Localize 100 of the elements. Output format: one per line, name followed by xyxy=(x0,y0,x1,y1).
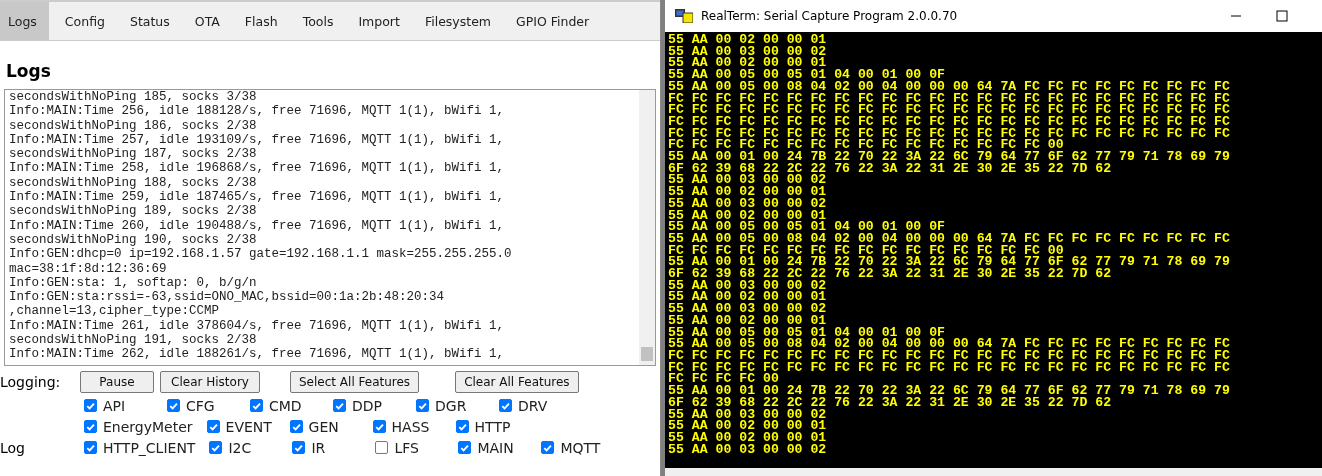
terminal-line: 55 AA 00 02 00 00 01 xyxy=(668,186,828,198)
terminal-line: 55 AA 00 01 00 24 7B 22 70 22 3A 22 6C 79 64 77 6F 62 77 79 71 78 69 79 xyxy=(668,256,1231,269)
checkbox[interactable] xyxy=(167,399,180,412)
log-line: Info:MAIN:Time 257, idle 193109/s, free 71696, MQTT 1(1), bWifi 1, xyxy=(9,132,506,148)
terminal-line: 55 AA 00 03 00 00 02 xyxy=(668,197,828,210)
terminal-line: 55 AA 00 02 00 00 01 xyxy=(668,420,828,432)
log-line: secondsWithNoPing 188, socks 2/38 xyxy=(9,175,258,191)
log-line: Info:MAIN:Time 261, idle 378604/s, free 71696, MQTT 1(1), bWifi 1, xyxy=(9,318,506,334)
terminal-line: FC FC FC FC FC FC FC FC FC FC FC FC FC FC FC FC FC FC FC FC FC FC FC FC xyxy=(668,104,1231,116)
page-heading: Logs xyxy=(6,61,52,81)
tab[interactable]: Import xyxy=(346,2,409,40)
terminal-line: 55 AA 00 02 00 00 01 xyxy=(668,34,828,46)
terminal-line: 55 AA 00 02 00 00 01 xyxy=(668,209,828,222)
terminal-line: 55 AA 00 05 00 08 04 02 00 04 00 00 00 64 7A FC FC FC FC FC FC FC FC FC xyxy=(668,232,1231,245)
action-button[interactable]: Pause xyxy=(80,371,154,393)
checkbox[interactable] xyxy=(84,399,97,412)
terminal-line: 55 AA 00 05 00 05 01 04 00 01 00 0F xyxy=(668,221,946,233)
checkbox[interactable] xyxy=(209,441,223,454)
checkbox[interactable] xyxy=(250,399,263,412)
terminal-line: 55 AA 00 05 00 05 01 04 00 01 00 0F xyxy=(668,69,946,81)
checkbox[interactable] xyxy=(289,420,303,433)
terminal-line: 55 AA 00 03 00 00 02 xyxy=(668,408,828,421)
terminal-line: 55 AA 00 03 00 00 02 xyxy=(668,443,828,456)
feature-label: EnergyMeter xyxy=(103,418,193,435)
checkbox[interactable] xyxy=(458,441,472,454)
checkbox[interactable] xyxy=(372,420,386,433)
terminal-line: FC FC FC FC FC FC FC FC FC FC FC FC FC FC FC FC FC FC FC FC FC FC FC FC xyxy=(668,115,1231,128)
log-line: Info:GEN:sta:rssi=-63,ssid=ONO_MAC,bssid=00:1a:2b:48:20:34 xyxy=(9,290,446,305)
log-line: secondsWithNoPing 187, socks 2/38 xyxy=(9,147,258,162)
terminal-line: 55 AA 00 05 00 08 04 02 00 04 00 00 00 64 7A FC FC FC FC FC FC FC FC FC xyxy=(668,338,1231,350)
terminal-line: 6F 62 39 68 22 2C 22 76 22 3A 22 31 2E 30 2E 35 22 7D 62 xyxy=(668,162,1113,175)
tab[interactable]: OTA xyxy=(182,2,229,40)
maximize-icon[interactable] xyxy=(1276,10,1288,22)
log-line: secondsWithNoPing 185, socks 3/38 xyxy=(9,90,258,105)
terminal-line: 55 AA 00 01 00 24 7B 22 70 22 3A 22 6C 79 64 77 6F 62 77 79 71 78 69 79 xyxy=(668,151,1231,163)
checkbox[interactable] xyxy=(375,441,389,454)
tab[interactable]: Tools xyxy=(290,2,343,40)
log-line: Info:MAIN:Time 260, idle 190488/s, free 71696, MQTT 1(1), bWifi 1, xyxy=(9,218,506,233)
feature-label: CFG xyxy=(186,397,216,414)
scrollbar[interactable] xyxy=(639,90,655,365)
log-line: mac=38:1f:8d:12:36:69 xyxy=(9,261,168,276)
tab[interactable]: Filesystem xyxy=(412,2,501,40)
log-line: Info:GEN:sta: 1, softap: 0, b/g/n xyxy=(9,275,258,291)
feature-label: MAIN xyxy=(477,439,515,456)
terminal-line: 6F 62 39 68 22 2C 22 76 22 3A 22 31 2E 30 2E 35 22 7D 62 xyxy=(668,396,1113,409)
terminal-line: 6F 62 39 68 22 2C 22 76 22 3A 22 31 2E 30 2E 35 22 7D 62 xyxy=(668,268,1113,280)
computer-icon xyxy=(675,9,693,23)
action-button[interactable]: Select All Features xyxy=(290,371,420,393)
log-line: Info:MAIN:Time 262, idle 188261/s, free 71696, MQTT 1(1), bWifi 1, xyxy=(9,347,506,362)
feature-label: EVENT xyxy=(225,418,273,435)
checkbox[interactable] xyxy=(541,441,555,454)
checkbox[interactable] xyxy=(84,420,97,433)
log-line: secondsWithNoPing 190, socks 2/38 xyxy=(9,232,258,248)
checkbox[interactable] xyxy=(292,441,306,454)
terminal-line: 55 AA 00 05 00 08 04 02 00 04 00 00 00 64 7A FC FC FC FC FC FC FC FC FC xyxy=(668,80,1231,93)
log-line: Info:GEN:dhcp=0 ip=192.168.1.57 gate=192.168.1.1 mask=255.255.255.0 xyxy=(9,247,513,262)
terminal-line: 55 AA 00 02 00 00 01 xyxy=(668,291,828,304)
checkbox[interactable] xyxy=(333,399,346,412)
action-button[interactable]: Clear History xyxy=(160,371,260,393)
action-button[interactable]: Clear All Features xyxy=(455,371,579,393)
feature-label: IR xyxy=(311,439,327,456)
feature-label: DRV xyxy=(518,397,549,414)
checkbox[interactable] xyxy=(84,441,97,454)
feature-label: MQTT xyxy=(560,439,602,456)
feature-label: DGR xyxy=(435,397,468,414)
scrollbar-thumb[interactable] xyxy=(641,347,653,361)
terminal-line: 55 AA 00 03 00 00 02 xyxy=(668,45,828,58)
tab[interactable]: Flash xyxy=(232,2,287,40)
feature-label: DDP xyxy=(352,397,383,414)
terminal-line: 55 AA 00 03 00 00 02 xyxy=(668,279,828,292)
terminal-line: 55 AA 00 02 00 00 01 xyxy=(668,431,828,444)
log-line: secondsWithNoPing 186, socks 2/38 xyxy=(9,118,258,133)
checkbox[interactable] xyxy=(455,420,469,433)
tab[interactable]: GPIO Finder xyxy=(504,2,599,40)
log-label: Log xyxy=(0,439,25,456)
terminal-line: FC FC FC FC FC FC FC FC FC FC FC FC FC FC FC FC FC FC FC FC FC FC FC FC xyxy=(668,361,1231,374)
terminal-line: FC FC FC FC FC FC FC FC FC FC FC FC FC FC FC FC FC FC FC FC FC FC FC FC xyxy=(668,350,1231,362)
feature-label: GEN xyxy=(308,418,340,435)
tab[interactable]: Config xyxy=(52,2,114,40)
log-line: secondsWithNoPing 189, socks 2/38 xyxy=(9,204,258,219)
terminal-line: FC FC FC FC 00 xyxy=(668,373,780,386)
terminal-line: 55 AA 00 02 00 00 01 xyxy=(668,314,828,327)
feature-label: API xyxy=(103,397,127,414)
log-line: secondsWithNoPing 191, socks 2/38 xyxy=(9,333,258,348)
terminal-line: 55 AA 00 02 00 00 01 xyxy=(668,57,828,70)
log-line: Info:MAIN:Time 259, idle 187465/s, free 71696, MQTT 1(1), bWifi 1, xyxy=(9,190,506,205)
checkbox[interactable] xyxy=(499,399,512,412)
feature-label: HTTP xyxy=(474,418,512,435)
log-line: ,channel=13,cipher_type:CCMP xyxy=(9,304,221,319)
tab[interactable]: Status xyxy=(117,2,179,40)
log-line: Info:MAIN:Time 258, idle 196868/s, free 71696, MQTT 1(1), bWifi 1, xyxy=(9,161,506,176)
logging-label: Logging: xyxy=(0,374,62,390)
terminal-line: FC FC FC FC FC FC FC FC FC FC FC FC FC FC FC FC 00 xyxy=(668,139,1065,152)
feature-label: CMD xyxy=(269,397,303,414)
checkbox[interactable] xyxy=(206,420,220,433)
terminal-line: 55 AA 00 05 00 05 01 04 00 01 00 0F xyxy=(668,326,946,339)
tab[interactable]: Logs xyxy=(0,2,49,40)
log-textarea[interactable] xyxy=(4,89,656,366)
checkbox[interactable] xyxy=(416,399,429,412)
feature-label: LFS xyxy=(394,439,420,456)
